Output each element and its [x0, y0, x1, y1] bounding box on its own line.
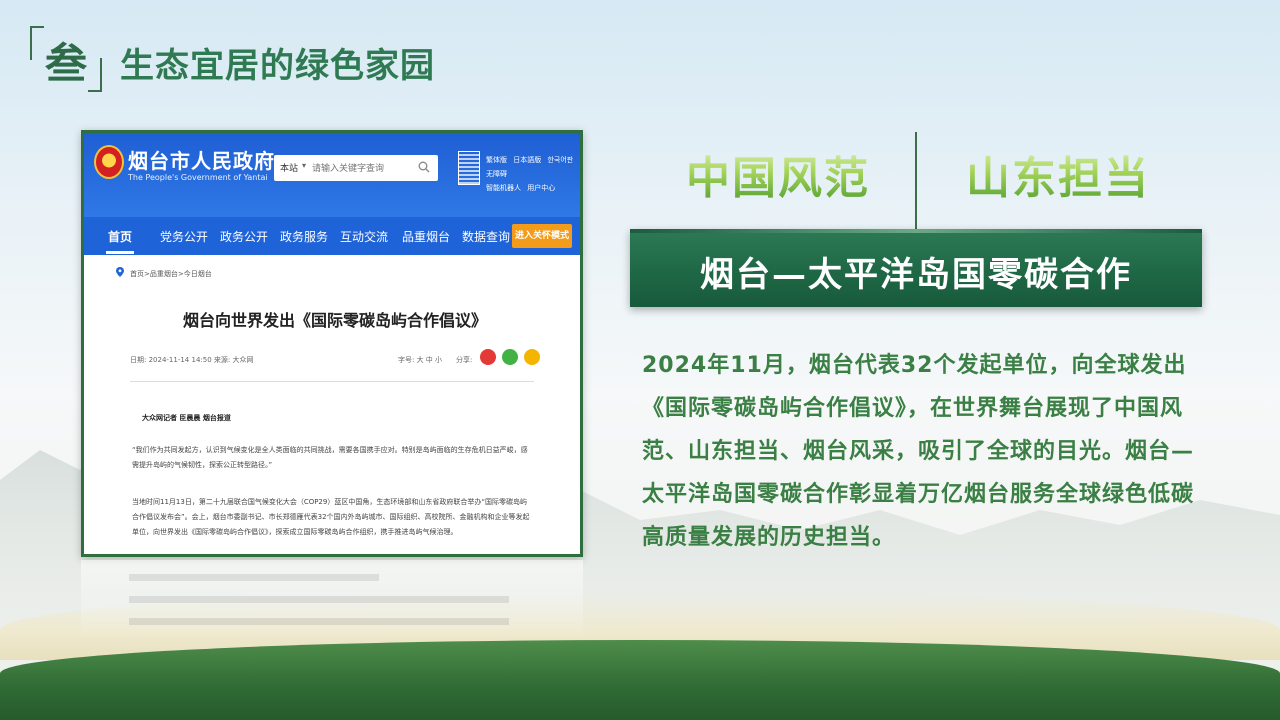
top-links: 繁体版 日本語版 한국어판 无障碍 智能机器人 用户中心	[486, 153, 578, 195]
breadcrumb[interactable]: 首页>品重烟台>今日烟台	[130, 269, 212, 279]
reflection-line	[129, 596, 509, 603]
gov-site-nav: 首页 党务公开 政务公开 政务服务 互动交流 品重烟台 数据查询 进入关怀模式	[84, 217, 580, 255]
gov-site-header: 烟台市人民政府 The People's Government of Yanta…	[84, 133, 580, 217]
qr-code-icon[interactable]	[458, 151, 480, 185]
qzone-share-icon[interactable]	[524, 349, 540, 365]
top-link-accessibility[interactable]: 无障碍	[486, 170, 507, 178]
slogan-divider	[915, 132, 917, 230]
nav-pinzhong-yantai[interactable]: 品重烟台	[402, 228, 450, 245]
top-link-robot[interactable]: 智能机器人	[486, 184, 521, 192]
section-title: 生态宜居的绿色家园	[120, 46, 435, 86]
gov-site-name-en: The People's Government of Yantai	[128, 173, 268, 182]
search-scope-select[interactable]: 本站	[280, 161, 298, 174]
article-date-source: 日期: 2024-11-14 14:50 来源: 大众网	[130, 356, 254, 364]
nav-interaction[interactable]: 互动交流	[340, 228, 388, 245]
chevron-down-icon: ▾	[302, 161, 307, 170]
screenshot-reflection	[81, 560, 583, 640]
location-pin-icon	[116, 267, 124, 277]
article-byline: 大众网记者 臣晨晨 烟台报道	[142, 414, 231, 422]
news-screenshot: 烟台市人民政府 The People's Government of Yanta…	[81, 130, 583, 557]
gov-site-name: 烟台市人民政府	[128, 149, 275, 173]
section-number: 叁	[44, 39, 87, 88]
wechat-share-icon[interactable]	[502, 349, 518, 365]
nav-gov-services[interactable]: 政务服务	[280, 228, 328, 245]
article: 首页>品重烟台>今日烟台 烟台向世界发出《国际零碳岛屿合作倡议》 日期: 202…	[104, 255, 566, 554]
article-paragraph: 当地时间11月13日，第二十九届联合国气候变化大会（COP29）蓝区中国角，生态…	[132, 498, 530, 536]
nav-party-affairs[interactable]: 党务公开	[160, 228, 208, 245]
share-label: 分享:	[456, 356, 473, 364]
nav-home[interactable]: 首页	[108, 228, 132, 245]
search-icon[interactable]	[418, 161, 430, 173]
article-paragraph: “我们作为共同发起方，认识到气候变化是全人类面临的共同挑战，需要各国携手应对。特…	[132, 446, 528, 469]
description-paragraph: 2024年11月，烟台代表32个发起单位，向全球发出《国际零碳岛屿合作倡议》，在…	[642, 353, 1195, 550]
banner-title: 烟台—太平洋岛国零碳合作	[700, 255, 1132, 295]
top-link-user-center[interactable]: 用户中心	[527, 184, 555, 192]
nav-gov-affairs[interactable]: 政务公开	[220, 228, 268, 245]
section-number-badge: 叁	[30, 26, 102, 92]
care-mode-button[interactable]: 进入关怀模式	[512, 224, 572, 248]
site-search-box[interactable]: 本站 ▾	[274, 155, 438, 181]
article-title: 烟台向世界发出《国际零碳岛屿合作倡议》	[182, 311, 487, 330]
reflection-line	[129, 574, 379, 581]
slogan-shandong-responsibility: 山东担当	[966, 142, 1150, 206]
national-emblem-icon	[94, 145, 124, 179]
nav-active-indicator	[106, 251, 134, 254]
nav-data-query[interactable]: 数据查询	[462, 228, 510, 245]
top-link-japanese[interactable]: 日本語版	[513, 156, 541, 164]
cooperation-banner: 烟台—太平洋岛国零碳合作	[630, 229, 1202, 307]
weibo-share-icon[interactable]	[480, 349, 496, 365]
slogan-china-style: 中国风范	[686, 142, 870, 206]
green-hill-base	[0, 640, 1280, 720]
top-link-traditional[interactable]: 繁体版	[486, 156, 507, 164]
divider	[130, 381, 534, 382]
reflection-line	[129, 618, 509, 625]
search-input[interactable]	[312, 159, 412, 177]
top-link-korean[interactable]: 한국어판	[547, 156, 573, 164]
font-size-control[interactable]: 字号: 大 中 小	[398, 355, 442, 365]
